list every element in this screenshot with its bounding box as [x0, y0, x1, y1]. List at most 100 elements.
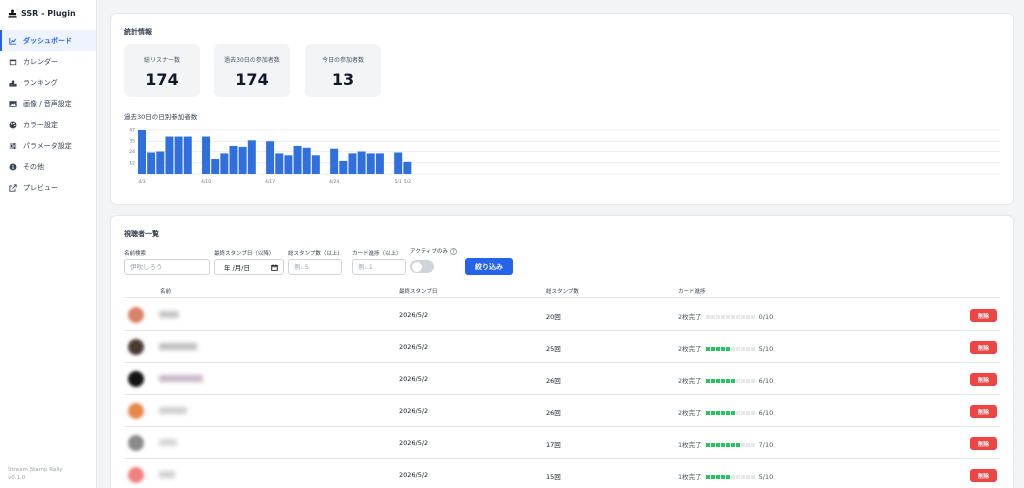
bar-4/28[interactable] — [366, 153, 375, 174]
sidebar-item-label: カラー設定 — [23, 120, 58, 129]
sliders-icon — [9, 142, 17, 150]
bar-4/13[interactable] — [229, 145, 238, 174]
table-row[interactable]: 2026/5/2 26回 2枚完了 6/10 削除 — [124, 395, 1000, 427]
sidebar-item-7[interactable]: プレビュー — [0, 177, 96, 198]
daily-participants-chart: 12 24 35 47 4/3 4/10 4/17 4/24 5/1 5/2 — [129, 128, 1000, 185]
app-title: SSR - Plugin — [21, 8, 76, 18]
bar-5/2[interactable] — [403, 161, 412, 174]
card-progress: 1枚完了 7/10 — [678, 439, 773, 449]
y-tick-label: 47 — [129, 128, 135, 134]
sidebar-item-0[interactable]: ダッシュボード — [0, 30, 96, 51]
progress-segment — [705, 379, 710, 383]
progress-segment — [740, 443, 745, 447]
delete-button[interactable]: 削除 — [970, 469, 997, 482]
bar-4/26[interactable] — [348, 153, 357, 174]
bar-4/18[interactable] — [275, 153, 284, 174]
bar-4/8[interactable] — [183, 136, 192, 174]
progress-segment — [750, 347, 755, 351]
card-progress: 2枚完了 6/10 — [678, 407, 773, 417]
stat-value: 174 — [235, 70, 269, 89]
progress-segment — [730, 315, 735, 319]
bar-4/27[interactable] — [357, 151, 366, 174]
calendar-icon[interactable] — [271, 263, 278, 271]
total-stamps: 26回 — [546, 377, 561, 385]
progress-segment — [730, 475, 735, 479]
delete-button[interactable]: 削除 — [970, 341, 997, 354]
chart-title: 過去30日の日別参加者数 — [124, 113, 198, 121]
delete-button[interactable]: 削除 — [970, 437, 997, 450]
info-icon — [9, 163, 17, 171]
stat-label: 今日の参加者数 — [321, 57, 364, 64]
sidebar-item-label: プレビュー — [23, 183, 58, 192]
sidebar-item-2[interactable]: ランキング — [0, 72, 96, 93]
bar-4/15[interactable] — [247, 140, 256, 174]
bar-4/21[interactable] — [302, 147, 311, 174]
help-icon[interactable]: ? — [449, 248, 457, 255]
sidebar-item-5[interactable]: パラメータ設定 — [0, 135, 96, 156]
delete-button[interactable]: 削除 — [970, 373, 997, 386]
bar-4/14[interactable] — [238, 146, 247, 174]
total-stamps-label: 総スタンプ数（以上） — [288, 251, 343, 257]
table-row[interactable]: 2026/5/2 25回 2枚完了 5/10 削除 — [124, 331, 1000, 363]
total-stamps-input[interactable] — [288, 259, 342, 275]
table-row[interactable]: 2026/5/2 26回 2枚完了 6/10 削除 — [124, 363, 1000, 395]
progress-segment — [710, 315, 715, 319]
bar-4/7[interactable] — [174, 136, 183, 174]
bar-4/22[interactable] — [311, 155, 320, 174]
card-progress: 2枚完了 0/10 — [678, 311, 773, 321]
progress-segment — [720, 347, 725, 351]
bar-4/5[interactable] — [156, 151, 165, 174]
progress-segment — [725, 347, 730, 351]
total-stamps: 15回 — [546, 473, 561, 481]
sidebar-item-6[interactable]: その他 — [0, 156, 96, 177]
filter-button[interactable]: 絞り込み — [465, 258, 513, 275]
sidebar-item-1[interactable]: カレンダー — [0, 51, 96, 72]
progress-text: 6/10 — [758, 377, 774, 385]
bar-4/12[interactable] — [220, 153, 229, 174]
bar-4/20[interactable] — [293, 145, 302, 174]
progress-segment — [735, 443, 740, 447]
stat-today-participants: 今日の参加者数 13 — [305, 44, 381, 97]
active-only-toggle[interactable] — [410, 260, 434, 273]
sidebar-item-label: ランキング — [23, 78, 58, 87]
progress-segment — [745, 379, 750, 383]
last-stamp-date-input[interactable]: 年 /月/日 — [214, 259, 284, 275]
stat-value: 174 — [145, 70, 179, 89]
bar-4/11[interactable] — [211, 159, 220, 174]
bar-4/29[interactable] — [375, 153, 384, 174]
progress-segment — [750, 475, 755, 479]
bar-4/3[interactable] — [138, 130, 146, 174]
progress-segment — [730, 347, 735, 351]
stat-30day-participants: 過去30日の参加者数 174 — [214, 44, 290, 97]
bar-4/24[interactable] — [330, 148, 339, 174]
progress-segment — [740, 411, 745, 415]
bar-4/6[interactable] — [165, 136, 174, 174]
brand[interactable]: SSR - Plugin — [0, 0, 96, 26]
calendar-icon — [9, 58, 17, 66]
progress-segment — [715, 315, 720, 319]
bar-4/10[interactable] — [202, 136, 211, 174]
last-stamp-date: 2026/5/2 — [399, 343, 429, 351]
bar-5/1[interactable] — [394, 152, 403, 174]
card-progress: 1枚完了 5/10 — [678, 471, 773, 481]
avatar — [128, 307, 144, 323]
progress-segment — [715, 411, 720, 415]
bar-4/4[interactable] — [147, 152, 156, 174]
progress-segment — [735, 347, 740, 351]
table-row[interactable]: 2026/5/2 15回 1枚完了 5/10 削除 — [124, 459, 1000, 488]
delete-button[interactable]: 削除 — [970, 405, 997, 418]
progress-segment — [715, 379, 720, 383]
table-row[interactable]: 2026/5/2 17回 1枚完了 7/10 削除 — [124, 427, 1000, 459]
cards-completed: 2枚完了 — [678, 377, 702, 385]
delete-button[interactable]: 削除 — [970, 309, 997, 322]
bar-4/17[interactable] — [266, 141, 275, 174]
card-progress-input[interactable] — [352, 259, 406, 275]
bar-4/19[interactable] — [284, 155, 293, 174]
name-search-input[interactable] — [124, 259, 210, 275]
sidebar-item-4[interactable]: カラー設定 — [0, 114, 96, 135]
sidebar-item-3[interactable]: 画像 / 音声設定 — [0, 93, 96, 114]
last-stamp-date: 2026/5/2 — [399, 407, 429, 415]
table-row[interactable]: 2026/5/2 20回 2枚完了 0/10 削除 — [124, 299, 1000, 331]
cards-completed: 1枚完了 — [678, 441, 702, 449]
bar-4/25[interactable] — [339, 160, 348, 174]
